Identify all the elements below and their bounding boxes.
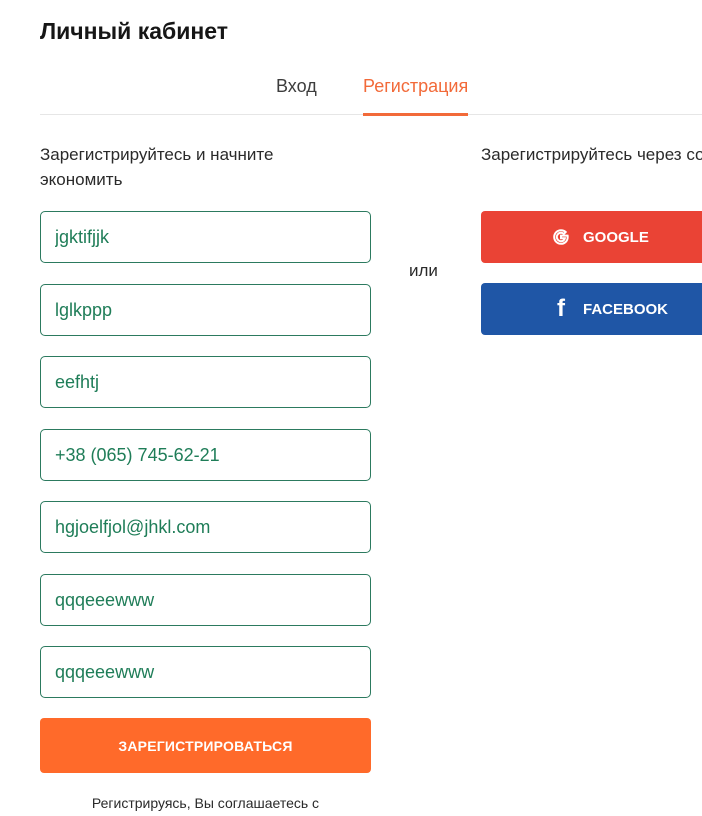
facebook-button-label: FACEBOOK <box>583 300 669 318</box>
phone-field[interactable] <box>40 429 371 481</box>
tab-login[interactable]: Вход <box>276 76 317 116</box>
password-field[interactable] <box>40 574 371 626</box>
password-confirm-field[interactable] <box>40 646 371 698</box>
last-name-field[interactable] <box>40 284 371 336</box>
active-tab-indicator <box>363 113 469 116</box>
terms-agreement-text: Регистрируясь, Вы соглашаетесь с <box>91 795 320 811</box>
social-heading: Зарегистрируйтесь через социальную сеть <box>481 145 702 164</box>
facebook-f-icon: f <box>557 295 565 322</box>
google-g-icon <box>551 226 571 248</box>
google-signup-button[interactable]: GOOGLE <box>481 211 702 263</box>
email-field[interactable] <box>40 501 371 553</box>
tab-register-label: Регистрация <box>363 76 469 96</box>
middle-name-field[interactable] <box>40 356 371 408</box>
registration-page: Личный кабинет Вход Регистрация Зарегист… <box>0 0 702 816</box>
google-button-label: GOOGLE <box>583 228 649 246</box>
page-title: Личный кабинет <box>40 18 228 44</box>
form-heading: Зарегистрируйтесь и начните экономить <box>40 145 274 189</box>
first-name-field[interactable] <box>40 211 371 263</box>
or-divider-label: или <box>409 261 438 280</box>
auth-tabs: Вход Регистрация <box>40 74 702 116</box>
register-submit-button[interactable]: ЗАРЕГИСТРИРОВАТЬСЯ <box>40 718 371 773</box>
facebook-signup-button[interactable]: f FACEBOOK <box>481 283 702 335</box>
tab-register[interactable]: Регистрация <box>363 76 469 116</box>
